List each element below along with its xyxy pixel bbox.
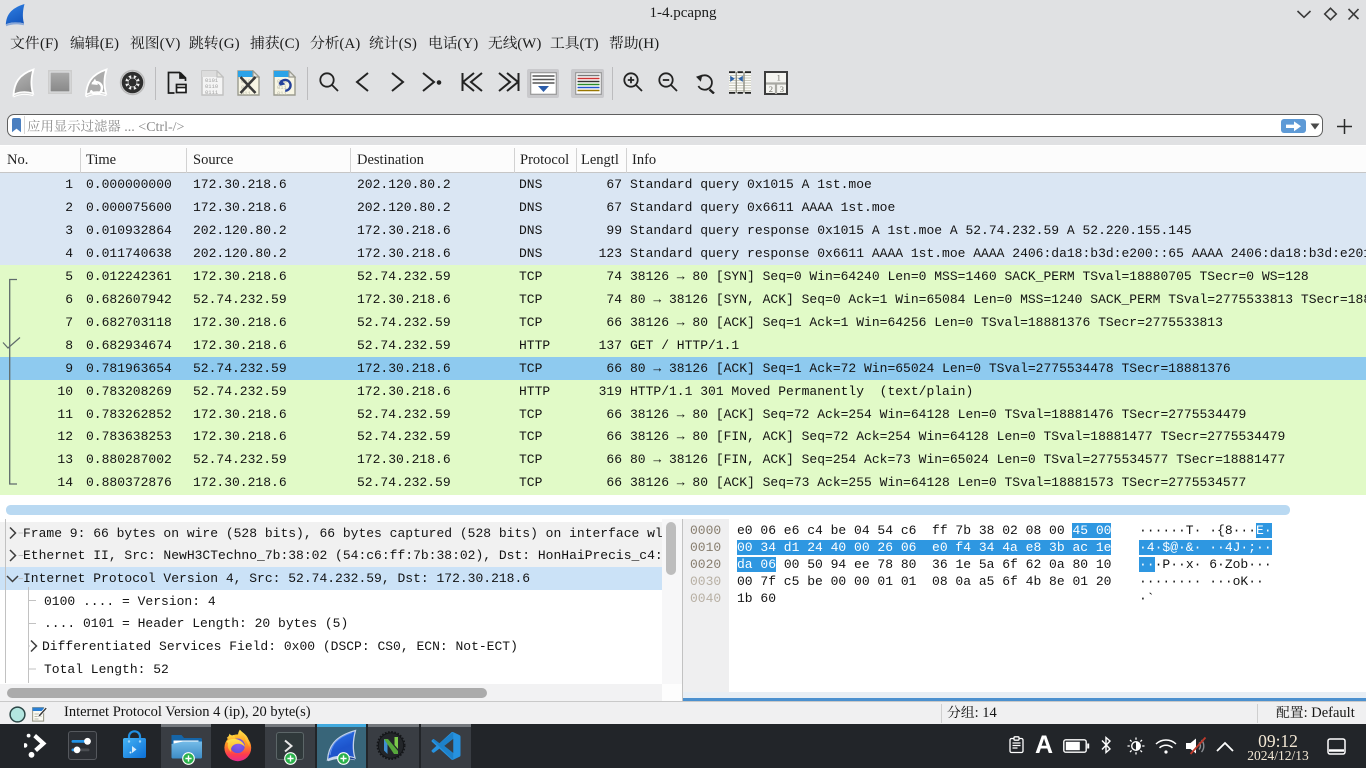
svg-text:2: 2	[769, 84, 773, 94]
svg-text:0111: 0111	[205, 89, 219, 96]
svg-text:1: 1	[777, 73, 781, 83]
svg-text:3: 3	[780, 84, 784, 94]
